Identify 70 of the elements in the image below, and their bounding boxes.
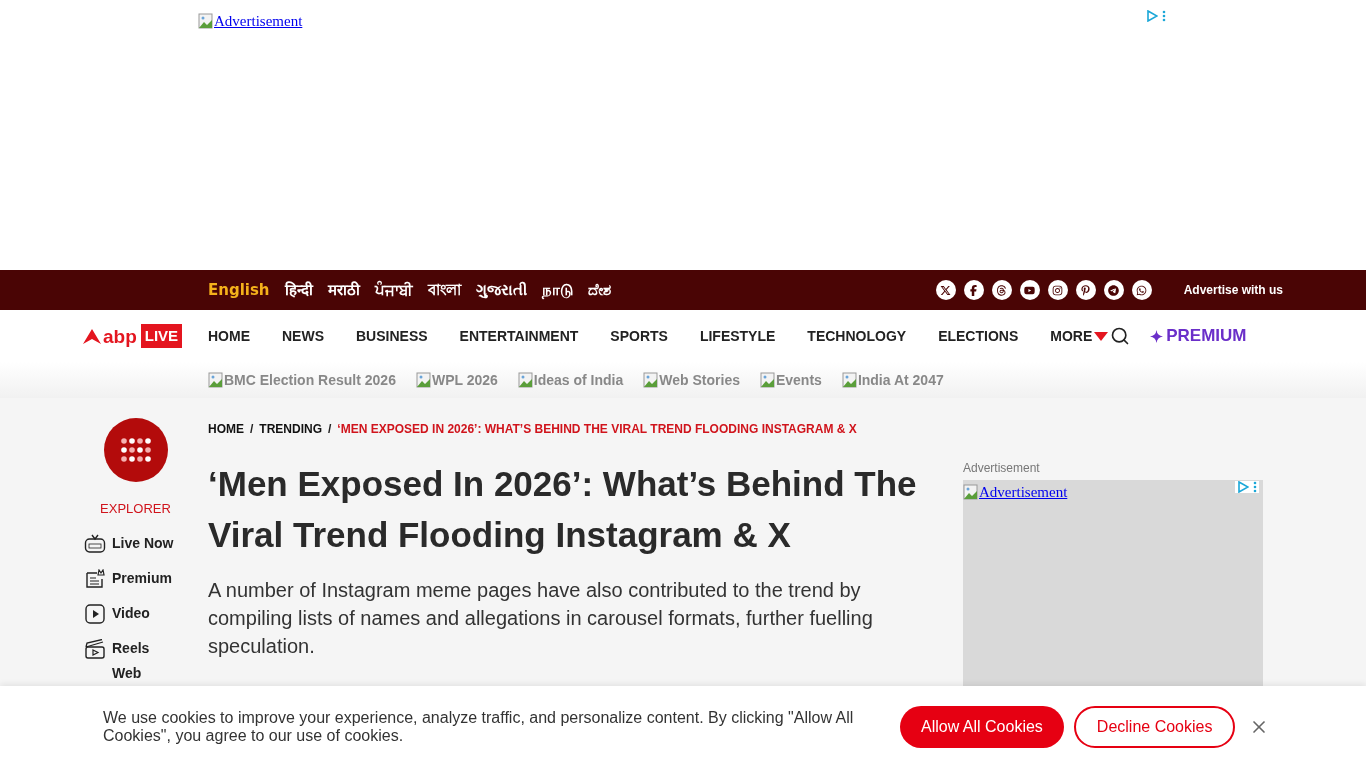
premium-link[interactable]: PREMIUM bbox=[1150, 323, 1247, 349]
tv-icon bbox=[84, 533, 106, 554]
broken-image-icon bbox=[415, 372, 432, 388]
pinterest-icon[interactable] bbox=[1075, 280, 1096, 300]
breadcrumb-separator: / bbox=[328, 421, 332, 438]
caret-icon bbox=[1094, 331, 1109, 341]
breadcrumb-separator: / bbox=[250, 421, 254, 438]
whatsapp-icon[interactable] bbox=[1131, 280, 1152, 300]
sidebar-item[interactable]: Web bbox=[112, 664, 142, 681]
language-link[interactable]: ਪੰਜਾਬੀ bbox=[374, 278, 413, 302]
logo-badge: LIVE bbox=[140, 324, 183, 348]
play-icon bbox=[84, 603, 106, 624]
language-link[interactable]: ದೇಶ bbox=[587, 278, 611, 302]
article-title: ‘Men Exposed In 2026’: What’s Behind The Viral Trend Flooding Instagram & X bbox=[208, 463, 918, 556]
advertise-link[interactable]: Advertise with us bbox=[1183, 281, 1283, 299]
broken-image-icon bbox=[643, 372, 660, 388]
sparkle-icon bbox=[1150, 329, 1164, 343]
threads-icon[interactable] bbox=[991, 280, 1012, 300]
language-link[interactable]: हिन्दी bbox=[284, 278, 313, 302]
language-link[interactable]: ગુજરાતી bbox=[475, 278, 527, 302]
broken-image-icon bbox=[963, 484, 979, 501]
allow-cookies-button[interactable]: Allow All Cookies bbox=[900, 706, 1064, 748]
sidebar-item[interactable]: Video bbox=[84, 602, 150, 625]
sidebar-item[interactable]: Reels bbox=[84, 637, 150, 660]
language-link[interactable]: English bbox=[208, 278, 270, 302]
sidebar-item[interactable]: Live Now bbox=[84, 532, 174, 555]
logo-text: abp bbox=[103, 326, 137, 346]
telegram-icon[interactable] bbox=[1103, 280, 1124, 300]
language-link[interactable]: நாடு bbox=[541, 278, 573, 302]
nav-link[interactable]: LIFESTYLE bbox=[699, 325, 776, 347]
sidebar-item[interactable]: Premium bbox=[84, 567, 172, 590]
broken-image-icon bbox=[759, 372, 776, 388]
clapperboard-icon bbox=[84, 638, 106, 659]
nav-link[interactable]: ELECTIONS bbox=[938, 325, 1019, 347]
nav-link[interactable]: BUSINESS bbox=[356, 325, 428, 347]
document-crown-icon bbox=[84, 568, 106, 589]
breadcrumb-link[interactable]: HOME bbox=[208, 420, 244, 438]
logo-arrow-icon bbox=[83, 328, 101, 344]
breadcrumb-link[interactable]: ‘MEN EXPOSED IN 2026’: WHAT’S BEHIND THE VIRAL TREND FLOODING INSTAGRAM & X bbox=[337, 420, 857, 438]
broken-image-icon bbox=[208, 372, 224, 388]
language-link[interactable]: বাংলা bbox=[427, 278, 461, 302]
cookie-message: We use cookies to improve your experience, analyze traffic, and personalize content. By clicking "Allow All Cookies", you agree to our use of cookies. bbox=[103, 709, 855, 745]
language-link[interactable]: मराठी bbox=[327, 278, 360, 302]
advertisement-link[interactable]: Advertisement bbox=[963, 481, 1068, 504]
grid-icon bbox=[120, 438, 151, 462]
logo[interactable]: abp LIVE bbox=[83, 324, 208, 348]
breadcrumb-link[interactable]: TRENDING bbox=[259, 420, 322, 438]
more-options-icon[interactable] bbox=[1162, 10, 1166, 22]
x-icon[interactable] bbox=[935, 280, 956, 300]
more-options-icon[interactable] bbox=[1253, 481, 1257, 493]
broken-image-icon bbox=[517, 372, 534, 388]
decline-cookies-button[interactable]: Decline Cookies bbox=[1073, 706, 1236, 748]
broken-image-icon bbox=[198, 13, 214, 30]
play-icon[interactable] bbox=[1237, 481, 1249, 493]
broken-image-icon bbox=[841, 372, 858, 388]
nav-link[interactable]: SPORTS bbox=[610, 325, 668, 347]
explorer-label: EXPLORER bbox=[100, 500, 171, 518]
nav-link[interactable]: ENTERTAINMENT bbox=[459, 325, 579, 347]
search-icon[interactable] bbox=[1110, 326, 1131, 346]
facebook-icon[interactable] bbox=[963, 280, 984, 300]
youtube-icon[interactable] bbox=[1019, 280, 1040, 300]
nav-link[interactable]: HOME bbox=[208, 325, 250, 347]
nav-link[interactable]: TECHNOLOGY bbox=[807, 325, 907, 347]
article-summary: A number of Instagram meme pages have also contributed to the trend by compiling lists of names and allegations in carousel formats, further fuelling speculation. bbox=[208, 578, 874, 659]
nav-link[interactable]: NEWS bbox=[282, 325, 324, 347]
play-icon[interactable] bbox=[1146, 10, 1158, 22]
instagram-icon[interactable] bbox=[1047, 280, 1068, 300]
advertisement-link[interactable]: Advertisement bbox=[198, 10, 303, 33]
ad-caption: Advertisement bbox=[963, 460, 1041, 477]
more-menu[interactable]: MORE bbox=[1050, 325, 1109, 347]
